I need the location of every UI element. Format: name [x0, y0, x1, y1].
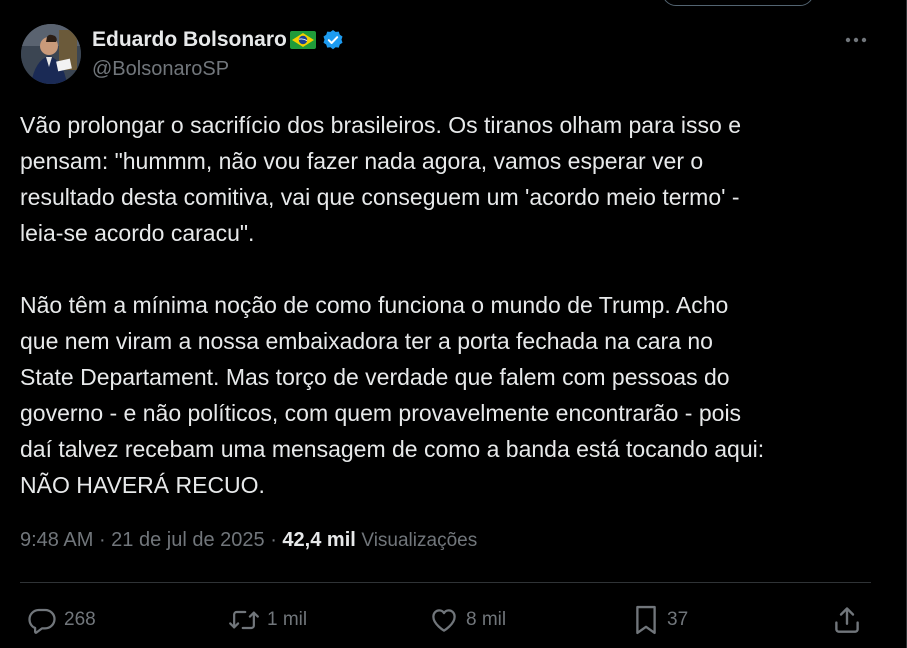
meta-separator: · [93, 529, 112, 551]
like-count: 8 mil [466, 609, 507, 630]
share-icon [835, 607, 859, 633]
verified-badge-icon[interactable] [322, 29, 344, 51]
author-handle[interactable]: @BolsonaroSP [92, 58, 229, 81]
tweet-body: Vão prolongar o sacrifício dos brasileir… [20, 107, 870, 503]
views-count: 42,4 mil [282, 529, 356, 551]
views-label: Visualizações [361, 530, 478, 551]
author-name[interactable]: Eduardo Bolsonaro [92, 28, 344, 52]
brazil-flag-icon [289, 31, 316, 49]
bookmark-count: 37 [667, 609, 689, 630]
tweet-time[interactable]: 9:48 AM [20, 529, 93, 551]
tweet-line: Vão prolongar o sacrifício dos brasileir… [20, 112, 742, 138]
bookmark-icon [636, 605, 656, 635]
action-bar: 268 1 mil 8 mil 37 [0, 600, 907, 640]
divider [20, 582, 871, 583]
more-dots-icon [845, 37, 867, 43]
reply-count: 268 [64, 609, 96, 630]
follow-button[interactable] [662, 0, 814, 6]
tweet-line: governo - e não políticos, com quem prov… [20, 400, 742, 426]
tweet-line: Não têm a mínima noção de como funciona … [20, 292, 729, 318]
repost-button[interactable]: 1 mil [228, 600, 307, 640]
tweet-meta: 9:48 AM · 21 de jul de 2025 · 42,4 mil V… [20, 529, 477, 552]
tweet-line: State Departament. Mas torço de verdade … [20, 364, 730, 390]
reply-button[interactable]: 268 [27, 600, 96, 640]
tweet-line: que nem viram a nossa embaixadora ter a … [20, 328, 713, 354]
reply-icon [28, 608, 56, 634]
tweet-line: resultado desta comitiva, vai que conseg… [20, 184, 740, 210]
author-name-text: Eduardo Bolsonaro [92, 28, 287, 51]
avatar-image [21, 24, 81, 84]
bookmark-button[interactable]: 37 [632, 600, 688, 640]
share-button[interactable] [832, 600, 862, 640]
tweet-date[interactable]: 21 de jul de 2025 [111, 529, 264, 551]
tweet-line: pensam: "hummm, não vou fazer nada agora… [20, 148, 704, 174]
tweet-line: NÃO HAVERÁ RECUO. [20, 472, 265, 498]
heart-icon [432, 609, 456, 632]
tweet-line: daí talvez recebam uma mensagem de como … [20, 436, 765, 462]
repost-count: 1 mil [267, 609, 308, 630]
avatar[interactable] [21, 24, 81, 84]
more-options-button[interactable] [838, 26, 874, 54]
tweet-line: leia-se acordo caracu". [20, 220, 255, 246]
meta-separator: · [264, 529, 283, 551]
like-button[interactable]: 8 mil [429, 600, 506, 640]
repost-icon [229, 610, 259, 630]
